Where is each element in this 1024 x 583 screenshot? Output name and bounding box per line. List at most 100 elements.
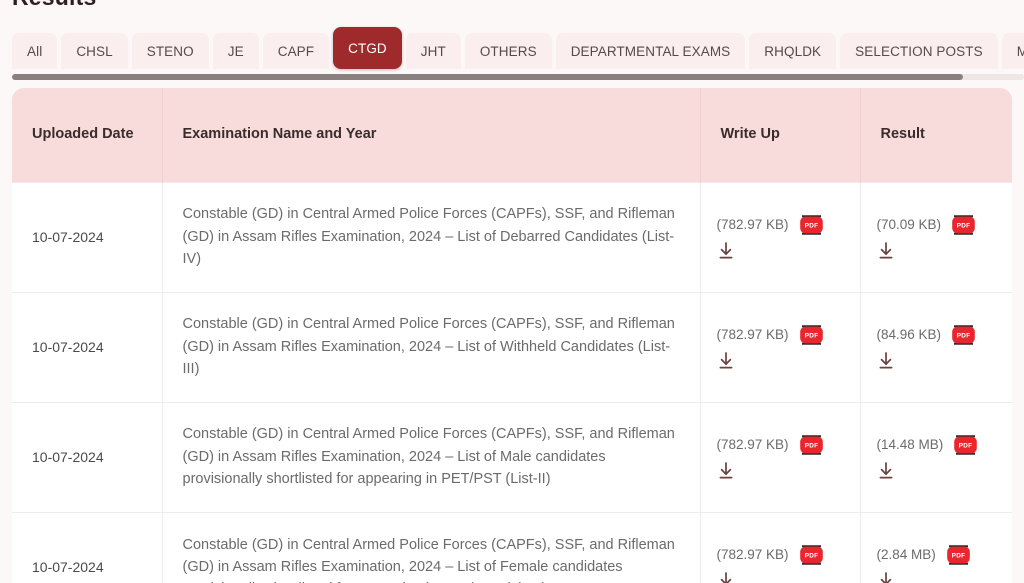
tab-label: CTGD xyxy=(348,40,387,56)
result-file-size: (84.96 KB) xyxy=(876,327,942,342)
tab-label: All xyxy=(27,43,43,59)
results-page: Results All CHSL STENO JE CAPF CTGD JHT OTHERS D… xyxy=(0,0,1024,583)
result-download-icon[interactable] xyxy=(877,241,993,261)
svg-text:PDF: PDF xyxy=(959,442,972,449)
cell-exam-name: Constable (GD) in Central Armed Police F… xyxy=(162,511,701,583)
write-up-file-size: (782.97 KB) xyxy=(716,217,789,232)
write-up-pdf-icon[interactable]: PDF xyxy=(799,544,824,566)
tab-others[interactable]: OTHERS xyxy=(464,33,552,69)
svg-text:PDF: PDF xyxy=(804,332,817,339)
result-file-info: (14.48 MB) PDF xyxy=(877,434,993,456)
cell-result: (14.48 MB) PDF xyxy=(860,401,1012,512)
write-up-pdf-icon[interactable]: PDF xyxy=(799,214,824,236)
tab-ctgd[interactable]: CTGD xyxy=(333,27,402,69)
pdf-icon-glyph: PDF xyxy=(799,434,823,455)
table-row: 10-07-2024 Constable (GD) in Central Arme… xyxy=(12,181,1012,292)
write-up-file-info: (782.97 KB) PDF xyxy=(717,324,840,346)
download-icon-glyph[interactable] xyxy=(877,571,895,583)
pdf-icon-glyph: PDF xyxy=(799,544,823,565)
write-up-download-icon[interactable] xyxy=(717,571,840,583)
tab-label: CHSL xyxy=(76,43,113,59)
result-pdf-icon[interactable]: PDF xyxy=(946,544,971,566)
tab-departmental-exams[interactable]: DEPARTMENTAL EXAMS xyxy=(555,33,746,69)
download-icon-glyph[interactable] xyxy=(717,241,735,261)
tab-all[interactable]: All xyxy=(12,33,58,69)
svg-text:PDF: PDF xyxy=(957,222,970,229)
write-up-download-icon[interactable] xyxy=(717,351,840,371)
svg-text:PDF: PDF xyxy=(957,332,970,339)
download-icon-glyph[interactable] xyxy=(717,351,735,371)
table-body: 10-07-2024 Constable (GD) in Central Arme… xyxy=(12,181,1012,583)
write-up-pdf-icon[interactable]: PDF xyxy=(799,434,824,456)
tab-label: CAPF xyxy=(277,43,315,59)
cell-write-up: (782.97 KB) PDF xyxy=(700,181,861,292)
result-download-icon[interactable] xyxy=(877,461,993,481)
write-up-download-icon[interactable] xyxy=(717,241,840,261)
download-icon-glyph[interactable] xyxy=(717,461,735,481)
write-up-download-icon[interactable] xyxy=(717,461,840,481)
cell-uploaded-date: 10-07-2024 xyxy=(12,401,163,512)
column-header-result[interactable]: Result xyxy=(860,88,1012,182)
pdf-icon-glyph: PDF xyxy=(799,214,823,235)
results-table: Uploaded Date Examination Name and Year … xyxy=(12,88,1012,583)
svg-text:PDF: PDF xyxy=(804,552,817,559)
tabs-horizontal-scrollbar[interactable] xyxy=(12,74,1024,80)
tab-je[interactable]: JE xyxy=(212,33,259,69)
tab-chsl[interactable]: CHSL xyxy=(61,33,128,69)
result-file-size: (2.84 MB) xyxy=(876,547,936,563)
table-head: Uploaded Date Examination Name and Year … xyxy=(12,88,1012,182)
column-header-exam-name[interactable]: Examination Name and Year xyxy=(162,88,701,182)
cell-exam-name: Constable (GD) in Central Armed Police F… xyxy=(162,181,701,292)
tab-mts[interactable]: MTS xyxy=(1001,33,1024,69)
column-header-write-up[interactable]: Write Up xyxy=(700,88,861,182)
result-download-icon[interactable] xyxy=(877,351,993,371)
download-icon-glyph[interactable] xyxy=(717,571,735,583)
download-icon-glyph[interactable] xyxy=(877,241,895,261)
tab-label: MTS xyxy=(1016,43,1024,59)
download-icon-glyph[interactable] xyxy=(877,461,895,481)
result-file-size: (14.48 MB) xyxy=(876,437,944,452)
svg-text:PDF: PDF xyxy=(804,222,817,229)
result-file-info: (2.84 MB) PDF xyxy=(877,544,993,566)
tab-label: JE xyxy=(227,43,244,59)
pdf-icon-glyph: PDF xyxy=(952,214,975,235)
tab-selection-posts[interactable]: SELECTION POSTS xyxy=(840,33,998,69)
tab-label: SELECTION POSTS xyxy=(855,43,983,59)
tab-jht[interactable]: JHT xyxy=(405,33,461,69)
column-header-uploaded-date[interactable]: Uploaded Date xyxy=(12,88,163,182)
tab-label: RHQLDK xyxy=(764,43,822,59)
cell-exam-name: Constable (GD) in Central Armed Police F… xyxy=(162,401,701,512)
results-table-card: Uploaded Date Examination Name and Year … xyxy=(12,88,1012,583)
result-pdf-icon[interactable]: PDF xyxy=(953,434,978,456)
cell-write-up: (782.97 KB) PDF xyxy=(700,511,861,583)
download-icon-glyph[interactable] xyxy=(877,351,895,371)
tab-capf[interactable]: CAPF xyxy=(262,33,330,69)
tabs-scrollbar-thumb[interactable] xyxy=(12,74,964,80)
write-up-file-size: (782.97 KB) xyxy=(716,327,789,342)
tab-label: STENO xyxy=(146,43,194,59)
write-up-pdf-icon[interactable]: PDF xyxy=(799,324,824,346)
svg-text:PDF: PDF xyxy=(804,442,817,449)
result-pdf-icon[interactable]: PDF xyxy=(951,324,976,346)
tab-rhqldk[interactable]: RHQLDK xyxy=(749,33,837,69)
cell-result: (84.96 KB) PDF xyxy=(860,291,1012,402)
tab-steno[interactable]: STENO xyxy=(131,33,209,69)
cell-write-up: (782.97 KB) PDF xyxy=(700,291,861,402)
pdf-icon-glyph: PDF xyxy=(799,324,823,345)
page-title: Results xyxy=(12,0,96,11)
cell-write-up: (782.97 KB) PDF xyxy=(700,401,861,512)
result-file-size: (70.09 KB) xyxy=(876,217,942,232)
tab-label: JHT xyxy=(420,43,446,59)
result-pdf-icon[interactable]: PDF xyxy=(951,214,976,236)
result-download-icon[interactable] xyxy=(877,571,993,583)
cell-uploaded-date: 10-07-2024 xyxy=(12,291,163,402)
cell-uploaded-date: 10-07-2024 xyxy=(12,511,163,583)
cell-uploaded-date: 10-07-2024 xyxy=(12,181,163,292)
result-file-info: (84.96 KB) PDF xyxy=(877,324,993,346)
table-row: 10-07-2024 Constable (GD) in Central Arme… xyxy=(12,291,1012,402)
exam-category-tabs: All CHSL STENO JE CAPF CTGD JHT OTHERS DEPARTMEN… xyxy=(12,27,1024,73)
write-up-file-size: (782.97 KB) xyxy=(716,437,789,452)
pdf-icon-glyph: PDF xyxy=(954,434,978,455)
write-up-file-info: (782.97 KB) PDF xyxy=(717,434,840,456)
pdf-icon-glyph: PDF xyxy=(952,324,975,345)
